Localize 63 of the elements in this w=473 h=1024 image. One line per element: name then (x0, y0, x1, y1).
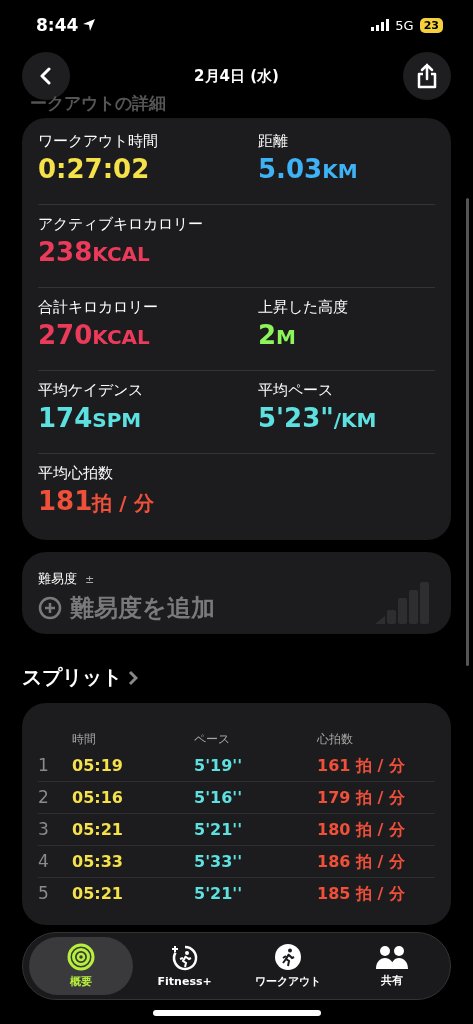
signal-icon (371, 19, 390, 31)
metric-value: 5.03KM (258, 154, 358, 184)
split-time: 05:21 (72, 884, 123, 903)
metric-value: 181拍 / 分 (38, 486, 154, 517)
difficulty-label: 難易度 (38, 570, 77, 588)
metric-label: 合計キロカロリー (38, 298, 159, 317)
metric-label: アクティブキロカロリー (38, 215, 204, 234)
runner-icon (274, 943, 303, 971)
network-label: 5G (395, 17, 414, 33)
split-heart-rate: 180 拍 / 分 (317, 820, 405, 839)
metric-value: 2M (258, 320, 296, 350)
section-heading: ークアウトの詳細 (29, 92, 167, 112)
split-number: 3 (38, 819, 49, 839)
share-icon (416, 63, 438, 89)
metric-value: 0:27:02 (38, 154, 150, 184)
split-heart-rate: 161 拍 / 分 (317, 756, 405, 775)
split-pace: 5'19'' (194, 756, 243, 775)
tab[interactable]: Fitness+ (132, 937, 237, 995)
split-heart-rate: 186 拍 / 分 (317, 852, 405, 871)
column-header: ペース (194, 732, 230, 746)
column-header: 時間 (72, 732, 96, 746)
tab[interactable]: 概要 (29, 937, 133, 995)
metric-label: 距離 (258, 132, 289, 151)
tab[interactable]: 共有 (340, 937, 444, 995)
location-arrow-icon (82, 18, 97, 32)
split-time: 05:16 (72, 788, 123, 807)
split-heart-rate: 179 拍 / 分 (317, 788, 405, 807)
split-pace: 5'21'' (194, 820, 243, 839)
metric-value: 270KCAL (38, 320, 150, 350)
difficulty-card[interactable]: 難易度 ± 難易度を追加 (22, 552, 451, 634)
metric-value: 238KCAL (38, 237, 150, 267)
rings-icon (66, 943, 95, 971)
split-number: 5 (38, 883, 49, 903)
tab[interactable]: ワークアウト (236, 937, 341, 995)
split-time: 05:19 (72, 756, 123, 775)
metric-label: 平均ケイデンス (38, 381, 144, 400)
split-number: 2 (38, 787, 49, 807)
split-pace: 5'33'' (194, 852, 243, 871)
split-number: 4 (38, 851, 49, 871)
battery-level: 23 (419, 17, 443, 33)
plus-minus-symbol: ± (85, 573, 95, 586)
add-circle-icon (38, 596, 62, 620)
metric-value: 5'23"/KM (258, 403, 377, 433)
split-pace: 5'21'' (194, 884, 243, 903)
split-pace: 5'16'' (194, 788, 243, 807)
metric-label: 上昇した高度 (258, 298, 349, 317)
split-time: 05:33 (72, 852, 123, 871)
chevron-right-icon (128, 669, 138, 686)
split-number: 1 (38, 755, 49, 775)
people-icon (375, 944, 410, 970)
split-time: 05:21 (72, 820, 123, 839)
status-time: 8:44 (36, 15, 79, 35)
metric-label: 平均心拍数 (38, 464, 114, 483)
metric-label: 平均ペース (258, 381, 334, 400)
metric-label: ワークアウト時間 (38, 132, 159, 151)
column-header: 心拍数 (317, 732, 353, 746)
runner-circle-icon (170, 944, 199, 972)
share-button[interactable] (403, 52, 451, 100)
split-heart-rate: 185 拍 / 分 (317, 884, 405, 903)
splits-heading[interactable]: スプリット (22, 664, 122, 691)
page-title: 2月4日 (水) (194, 66, 279, 86)
add-difficulty-text: 難易度を追加 (70, 593, 215, 624)
metric-value: 174SPM (38, 403, 142, 433)
